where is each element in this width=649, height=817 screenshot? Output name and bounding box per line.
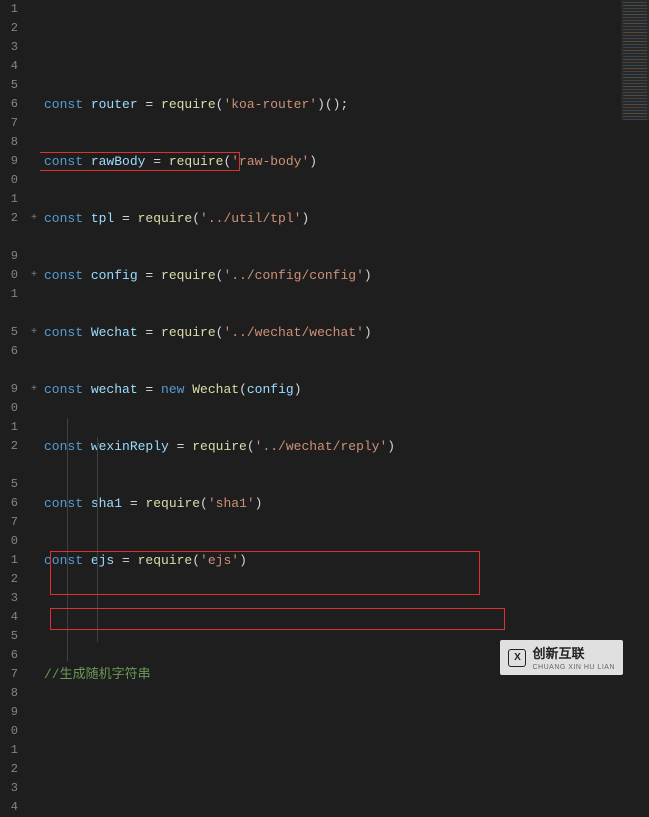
code-line[interactable]: const tpl = require('../util/tpl')	[44, 209, 621, 228]
code-line[interactable]: const rawBody = require('raw-body')	[44, 152, 621, 171]
code-line[interactable]: const router = require('koa-router')();	[44, 95, 621, 114]
fold-plus-icon[interactable]: +	[28, 209, 40, 228]
code-line[interactable]: const sha1 = require('sha1')	[44, 494, 621, 513]
code-line[interactable]: const wechat = new Wechat(config)	[44, 380, 621, 399]
watermark-logo-icon: X	[508, 649, 526, 667]
fold-gutter: + + + +	[28, 0, 40, 681]
code-line[interactable]: const Wechat = require('../wechat/wechat…	[44, 323, 621, 342]
code-line[interactable]: const wexinReply = require('../wechat/re…	[44, 437, 621, 456]
code-editor[interactable]: const router = require('koa-router')(); …	[40, 0, 621, 681]
minimap[interactable]	[621, 0, 649, 681]
minimap-viewport[interactable]	[621, 0, 649, 120]
line-number-gutter: 1 2 3 4 5 6 7 8 9 0 1 2 9 0 1 5 6 9 0 1 …	[0, 0, 28, 681]
fold-plus-icon[interactable]: +	[28, 380, 40, 399]
fold-plus-icon[interactable]: +	[28, 266, 40, 285]
watermark-subtext: CHUANG XIN HU LIAN	[532, 664, 615, 671]
code-line[interactable]: const ejs = require('ejs')	[44, 551, 621, 570]
watermark-badge: X 创新互联 CHUANG XIN HU LIAN	[500, 640, 623, 675]
fold-plus-icon[interactable]: +	[28, 323, 40, 342]
code-line[interactable]: const config = require('../config/config…	[44, 266, 621, 285]
watermark-text: 创新互联	[532, 646, 584, 661]
